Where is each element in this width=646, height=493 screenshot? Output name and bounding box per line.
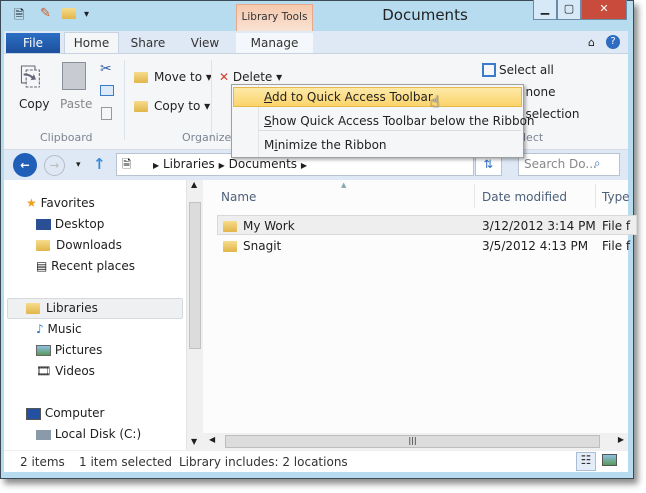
nav-downloads[interactable]: Downloads bbox=[56, 238, 122, 252]
file-row-selected[interactable]: My Work 3/12/2012 3:14 PM File f bbox=[217, 215, 637, 235]
search-icon: ⌕ bbox=[594, 156, 601, 170]
move-to-icon bbox=[134, 72, 148, 83]
column-date-modified[interactable]: Date modified bbox=[482, 190, 567, 204]
pictures-icon bbox=[36, 345, 51, 356]
tab-view[interactable]: View bbox=[187, 33, 223, 53]
libraries-icon bbox=[26, 303, 40, 314]
nav-scrollbar[interactable]: ▲ ▼ bbox=[186, 180, 203, 450]
file-name: Snagit bbox=[243, 239, 282, 253]
nav-libraries[interactable]: Libraries bbox=[46, 301, 98, 315]
nav-favorites[interactable]: Favorites bbox=[41, 196, 95, 210]
h-scroll-thumb[interactable]: ||| bbox=[225, 435, 600, 448]
file-name: My Work bbox=[243, 219, 295, 233]
group-clipboard: Clipboard bbox=[40, 131, 93, 144]
delete-icon: ✕ bbox=[219, 70, 230, 84]
details-view-button[interactable]: ☷ bbox=[576, 452, 596, 471]
forward-button[interactable]: → bbox=[44, 155, 65, 176]
up-button[interactable]: ↑ bbox=[93, 155, 106, 173]
desktop-icon bbox=[36, 219, 51, 230]
select-all-icon bbox=[482, 63, 496, 77]
minimize-button[interactable]: ▁ bbox=[533, 0, 557, 20]
nav-local-disk[interactable]: Local Disk (C:) bbox=[55, 427, 141, 441]
minimize-ribbon-icon[interactable]: ⌂ bbox=[588, 36, 595, 49]
move-to-button[interactable]: Move to bbox=[154, 70, 202, 84]
nav-computer[interactable]: Computer bbox=[45, 406, 105, 420]
nav-pictures[interactable]: Pictures bbox=[55, 343, 103, 357]
file-row[interactable]: Snagit 3/5/2012 4:13 PM File f bbox=[217, 236, 637, 256]
copy-path-icon[interactable] bbox=[100, 85, 114, 96]
music-icon: ♪ bbox=[36, 322, 44, 336]
local-disk-icon bbox=[36, 429, 51, 440]
select-all-button[interactable]: Select all bbox=[499, 63, 554, 77]
group-select: lect bbox=[523, 131, 544, 144]
folder-icon bbox=[223, 221, 237, 232]
cut-icon[interactable]: ✂ bbox=[100, 61, 112, 77]
back-button[interactable]: ← bbox=[13, 153, 37, 177]
breadcrumb-libraries[interactable]: Libraries bbox=[163, 157, 215, 171]
folder-icon bbox=[223, 241, 237, 252]
breadcrumb-documents[interactable]: Documents bbox=[229, 157, 297, 171]
tab-home[interactable]: Home bbox=[64, 33, 119, 53]
column-name[interactable]: Name bbox=[221, 190, 256, 204]
delete-button[interactable]: Delete bbox=[233, 70, 272, 84]
tab-manage[interactable]: Manage bbox=[236, 33, 313, 53]
close-button[interactable]: ✕ bbox=[581, 0, 627, 20]
mouse-cursor-icon: ☝ bbox=[430, 92, 440, 111]
status-library: Library includes: 2 locations bbox=[179, 455, 348, 469]
menu-minimize-ribbon[interactable]: Minimize the Ribbon bbox=[264, 138, 387, 152]
nav-music[interactable]: Music bbox=[48, 322, 82, 336]
star-icon: ★ bbox=[26, 196, 37, 210]
help-icon[interactable]: ? bbox=[606, 35, 620, 49]
horizontal-scrollbar[interactable]: ◀ ||| ▶ bbox=[203, 433, 628, 450]
paste-shortcut-icon[interactable] bbox=[101, 107, 112, 120]
new-document-icon[interactable]: ✎ bbox=[40, 6, 51, 24]
copy-to-button[interactable]: Copy to bbox=[154, 99, 200, 113]
large-icons-view-button[interactable] bbox=[602, 454, 617, 466]
location-icon: 🗎 bbox=[122, 157, 132, 171]
maximize-button[interactable]: ▢ bbox=[557, 0, 581, 20]
copy-icon: ⎘ bbox=[20, 62, 41, 92]
sort-indicator-icon: ▲ bbox=[341, 181, 347, 189]
recent-places-icon: ▤ bbox=[36, 259, 48, 273]
status-selected: 1 item selected bbox=[79, 455, 173, 469]
menu-add-to-qat[interactable]: Add to Quick Access Toolbar bbox=[264, 90, 433, 104]
downloads-icon bbox=[36, 240, 50, 251]
file-date: 3/12/2012 3:14 PM bbox=[482, 219, 596, 233]
nav-recent-places[interactable]: Recent places bbox=[51, 259, 135, 273]
search-input[interactable]: Search Do... bbox=[518, 153, 620, 176]
properties-icon[interactable]: 🗎 bbox=[14, 6, 24, 24]
library-tools-context: Library Tools bbox=[236, 4, 313, 31]
videos-icon: 🎞 bbox=[36, 364, 52, 378]
computer-icon bbox=[26, 407, 41, 420]
column-type[interactable]: Type bbox=[602, 190, 630, 204]
nav-videos[interactable]: Videos bbox=[55, 364, 95, 378]
file-date: 3/5/2012 4:13 PM bbox=[482, 239, 589, 253]
menu-show-qat-below[interactable]: Show Quick Access Toolbar below the Ribb… bbox=[264, 114, 535, 128]
status-item-count: 2 items bbox=[20, 455, 65, 469]
paste-button[interactable]: Paste bbox=[60, 97, 92, 111]
nav-scroll-thumb[interactable] bbox=[189, 202, 201, 349]
tab-file[interactable]: File bbox=[6, 33, 60, 53]
copy-to-icon bbox=[134, 101, 148, 112]
status-bar: 2 items 1 item selected Library includes… bbox=[4, 450, 628, 472]
recent-locations-icon[interactable]: ▾ bbox=[76, 160, 81, 170]
tab-share[interactable]: Share bbox=[128, 33, 168, 53]
copy-button[interactable]: Copy bbox=[19, 97, 49, 111]
qat-customize-icon[interactable]: ▾ bbox=[84, 9, 89, 27]
new-folder-icon[interactable] bbox=[62, 8, 76, 19]
window-title: Documents bbox=[382, 6, 468, 24]
paste-icon bbox=[62, 62, 86, 90]
file-type: File f bbox=[602, 219, 631, 233]
file-type: File f bbox=[602, 239, 631, 253]
nav-desktop[interactable]: Desktop bbox=[55, 217, 105, 231]
group-organize: Organize bbox=[182, 131, 232, 144]
